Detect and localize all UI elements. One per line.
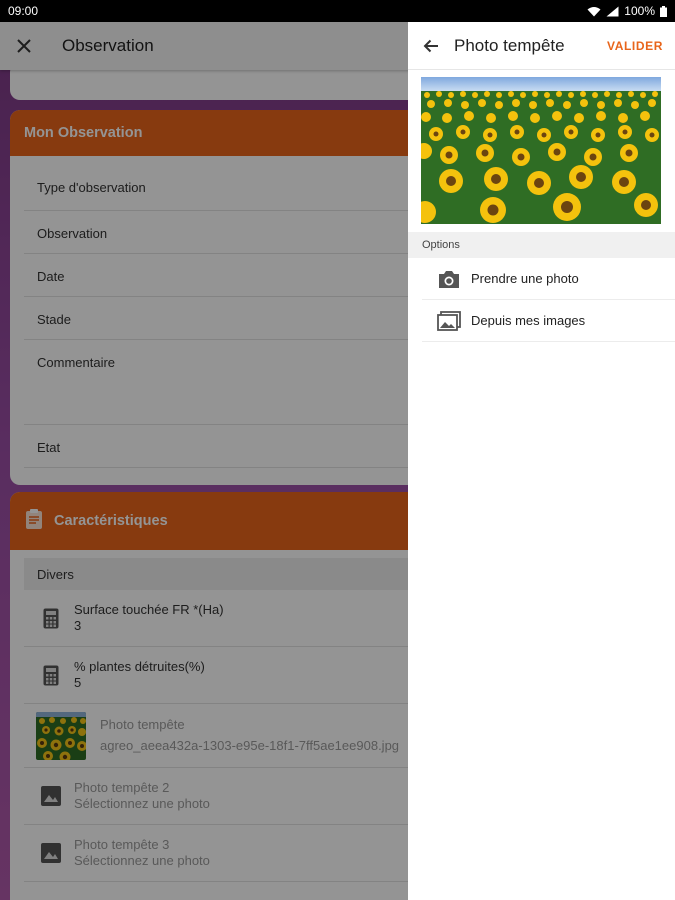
validate-button[interactable]: VALIDER xyxy=(585,39,675,53)
panel-app-bar: Photo tempête VALIDER xyxy=(408,22,675,70)
wifi-icon xyxy=(587,6,601,17)
back-button[interactable] xyxy=(408,39,454,53)
from-gallery-option[interactable]: Depuis mes images xyxy=(422,300,675,342)
status-bar: 09:00 100% xyxy=(0,0,675,22)
status-time: 09:00 xyxy=(8,4,39,18)
photo-preview xyxy=(421,77,661,224)
battery-icon xyxy=(660,5,667,17)
gallery-icon xyxy=(436,310,462,331)
panel-title: Photo tempête xyxy=(454,35,565,55)
arrow-left-icon xyxy=(423,39,438,52)
options-section-label: Options xyxy=(408,232,675,258)
camera-icon xyxy=(436,269,462,289)
option-label: Prendre une photo xyxy=(471,271,579,286)
options-label-text: Options xyxy=(422,239,460,251)
take-photo-option[interactable]: Prendre une photo xyxy=(422,258,675,300)
signal-icon xyxy=(606,6,619,17)
option-label: Depuis mes images xyxy=(471,313,586,328)
battery-level: 100% xyxy=(624,4,655,18)
photo-panel: Photo tempête VALIDER Options Prendre un… xyxy=(408,22,675,900)
